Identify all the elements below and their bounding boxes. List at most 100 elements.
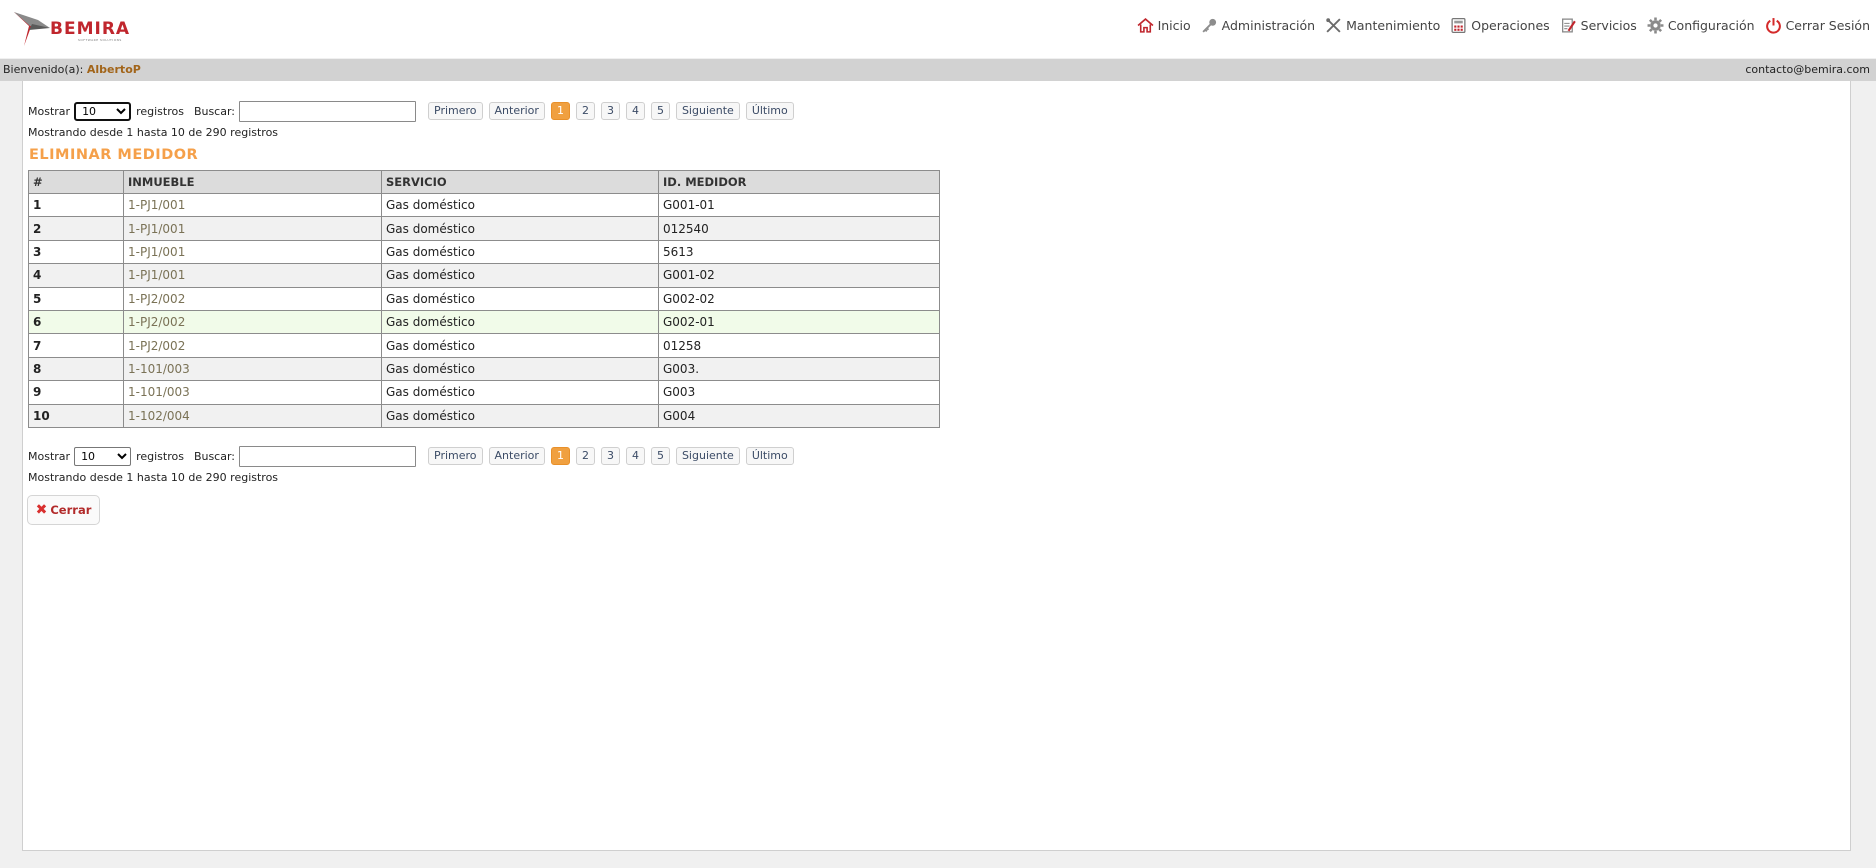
records-info: Mostrando desde 1 hasta 10 de 290 regist… [28, 471, 279, 484]
search-input[interactable] [239, 100, 417, 122]
brand-tagline: SOFTWARE SOLUTIONS [78, 38, 122, 42]
first-page-button[interactable]: Primero [428, 447, 483, 465]
bemira-logo[interactable]: BEMIRA SOFTWARE SOLUTIONS [12, 6, 142, 48]
main-nav: Inicio Administración Mantenimiento Oper… [1127, 17, 1870, 34]
bottom-pagination-toolbar: Mostrar 10 registros Buscar: Primero Ant… [28, 445, 800, 467]
table-row[interactable]: 9 1-101/003 Gas doméstico G003 [28, 380, 940, 405]
column-header-number[interactable]: # [28, 170, 124, 194]
nav-mantenimiento[interactable]: Mantenimiento [1325, 17, 1440, 34]
page-size-select[interactable]: 10 [74, 446, 132, 466]
close-button[interactable]: ✖ Cerrar [27, 495, 100, 525]
tools-icon [1326, 18, 1341, 33]
close-icon: ✖ [35, 502, 48, 518]
meters-table: # INMUEBLE SERVICIO ID. MEDIDOR 1 1-PJ1/0… [28, 170, 940, 428]
nav-configuracion[interactable]: Configuración [1647, 17, 1755, 34]
cell-number: 9 [28, 380, 124, 405]
last-page-button[interactable]: Último [745, 447, 794, 465]
page-3-button[interactable]: 3 [600, 102, 620, 120]
cell-inmueble[interactable]: 1-102/004 [123, 403, 382, 428]
nav-mantenimiento-label: Mantenimiento [1346, 18, 1441, 33]
page-1-button[interactable]: 1 [550, 447, 570, 465]
previous-page-button[interactable]: Anterior [488, 102, 545, 120]
show-label: Mostrar [28, 449, 71, 463]
nav-cerrar-sesion[interactable]: Cerrar Sesión [1765, 17, 1870, 34]
cell-inmueble[interactable]: 1-PJ1/001 [123, 192, 382, 218]
cell-id-medidor: G001-01 [658, 192, 940, 218]
page-2-button[interactable]: 2 [575, 102, 595, 120]
home-icon [1137, 18, 1154, 33]
column-header-servicio[interactable]: SERVICIO [381, 170, 659, 194]
table-row[interactable]: 8 1-101/003 Gas doméstico G003. [28, 356, 940, 382]
page-3-button[interactable]: 3 [600, 447, 620, 465]
cell-inmueble[interactable]: 1-PJ2/002 [123, 309, 382, 335]
cell-inmueble[interactable]: 1-PJ2/002 [123, 286, 382, 311]
nav-servicios-label: Servicios [1580, 18, 1637, 33]
cell-inmueble[interactable]: 1-PJ1/001 [123, 263, 382, 288]
nav-administracion[interactable]: Administración [1201, 17, 1315, 34]
nav-operaciones[interactable]: Operaciones [1450, 17, 1550, 34]
next-page-button[interactable]: Siguiente [675, 102, 740, 120]
page-1-button[interactable]: 1 [550, 102, 570, 120]
page-2-button[interactable]: 2 [575, 447, 595, 465]
cell-id-medidor: 012540 [658, 216, 940, 241]
top-header: BEMIRA SOFTWARE SOLUTIONS Inicio Adminis… [0, 0, 1876, 58]
nav-servicios[interactable]: Servicios [1560, 17, 1637, 34]
cell-inmueble[interactable]: 1-101/003 [123, 356, 382, 382]
previous-page-button[interactable]: Anterior [488, 447, 545, 465]
cell-id-medidor: G001-02 [658, 263, 940, 288]
column-header-id-medidor[interactable]: ID. MEDIDOR [658, 170, 940, 194]
cell-id-medidor: G003 [658, 380, 940, 405]
table-row[interactable]: 1 1-PJ1/001 Gas doméstico G001-01 [28, 192, 940, 218]
page-4-button[interactable]: 4 [625, 102, 645, 120]
table-header-row: # INMUEBLE SERVICIO ID. MEDIDOR [28, 170, 940, 194]
page-5-button[interactable]: 5 [650, 447, 670, 465]
nav-cerrar-sesion-label: Cerrar Sesión [1785, 18, 1870, 33]
cell-number: 6 [28, 309, 124, 335]
search-label: Buscar: [193, 449, 236, 463]
table-row[interactable]: 2 1-PJ1/001 Gas doméstico 012540 [28, 216, 940, 241]
cell-number: 1 [28, 192, 124, 218]
current-user: AlbertoP [86, 63, 141, 76]
column-header-inmueble[interactable]: INMUEBLE [123, 170, 382, 194]
first-page-button[interactable]: Primero [428, 102, 483, 120]
cell-id-medidor: G002-01 [658, 309, 940, 335]
power-icon [1765, 18, 1781, 34]
cell-inmueble[interactable]: 1-PJ1/001 [123, 216, 382, 241]
top-pagination-toolbar: Mostrar 10 registros Buscar: Primero Ant… [28, 100, 800, 122]
cell-inmueble[interactable]: 1-101/003 [123, 380, 382, 405]
cell-number: 10 [28, 403, 124, 428]
cell-servicio: Gas doméstico [381, 192, 659, 218]
brand-name: BEMIRA [50, 19, 131, 39]
cell-number: 5 [28, 286, 124, 311]
next-page-button[interactable]: Siguiente [675, 447, 740, 465]
cell-inmueble[interactable]: 1-PJ1/001 [123, 239, 382, 265]
page-size-select[interactable]: 10 [74, 101, 132, 121]
cell-servicio: Gas doméstico [381, 216, 659, 241]
cell-servicio: Gas doméstico [381, 239, 659, 265]
cell-inmueble[interactable]: 1-PJ2/002 [123, 333, 382, 358]
records-info: Mostrando desde 1 hasta 10 de 290 regist… [28, 126, 279, 139]
welcome-bar: Bienvenido(a): AlbertoP contacto@bemira.… [0, 59, 1876, 81]
table-row[interactable]: 5 1-PJ2/002 Gas doméstico G002-02 [28, 286, 940, 311]
table-row[interactable]: 3 1-PJ1/001 Gas doméstico 5613 [28, 239, 940, 265]
page-4-button[interactable]: 4 [625, 447, 645, 465]
cell-id-medidor: 5613 [658, 239, 940, 265]
nav-administracion-label: Administración [1221, 18, 1316, 33]
show-label: Mostrar [28, 104, 71, 118]
document-edit-icon [1561, 18, 1576, 33]
cell-servicio: Gas doméstico [381, 380, 659, 405]
cell-id-medidor: G002-02 [658, 286, 940, 311]
page-5-button[interactable]: 5 [650, 102, 670, 120]
cell-servicio: Gas doméstico [381, 286, 659, 311]
table-row[interactable]: 7 1-PJ2/002 Gas doméstico 01258 [28, 333, 940, 358]
search-input[interactable] [239, 445, 417, 467]
table-row[interactable]: 10 1-102/004 Gas doméstico G004 [28, 403, 940, 428]
last-page-button[interactable]: Último [745, 102, 794, 120]
nav-configuracion-label: Configuración [1667, 18, 1755, 33]
nav-inicio[interactable]: Inicio [1137, 17, 1191, 34]
table-row[interactable]: 4 1-PJ1/001 Gas doméstico G001-02 [28, 263, 940, 288]
bemira-logo-mark-icon [14, 12, 50, 46]
cell-number: 7 [28, 333, 124, 358]
records-label: registros [136, 104, 184, 118]
table-row[interactable]: 6 1-PJ2/002 Gas doméstico G002-01 [28, 309, 940, 335]
